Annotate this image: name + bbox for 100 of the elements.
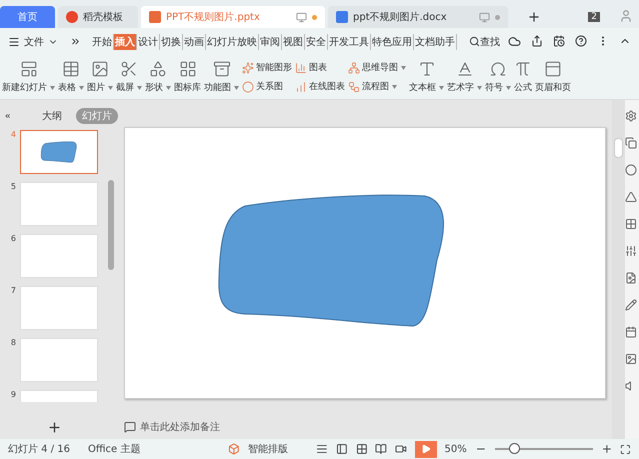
table-icon: [62, 60, 80, 78]
zoom-slider[interactable]: [494, 443, 593, 455]
file-menu[interactable]: 文件: [24, 34, 44, 48]
document-tab[interactable]: ppt不规则图片.docx: [328, 6, 508, 28]
slide-number: 6: [10, 234, 16, 243]
more-icon[interactable]: [70, 36, 81, 47]
menu-tab[interactable]: 设计: [137, 34, 160, 50]
tool-icon[interactable]: [625, 137, 637, 149]
tool-icon[interactable]: [625, 326, 637, 338]
zoom-slider-thumb[interactable]: [509, 443, 520, 454]
ribbon-button[interactable]: 思维导图: [362, 61, 398, 74]
menu-tab[interactable]: 开发工具: [328, 34, 371, 50]
monitor-icon: [296, 12, 307, 22]
notes-placeholder[interactable]: 单击此处添加备注: [140, 420, 220, 434]
share-icon[interactable]: [531, 35, 543, 47]
ribbon-button[interactable]: 符号: [485, 81, 503, 94]
ribbon-button[interactable]: 图标库: [174, 81, 201, 94]
image-icon: [91, 60, 109, 78]
slide-number: 5: [10, 182, 16, 191]
ribbon-button[interactable]: 图表: [309, 61, 327, 74]
ribbon-button[interactable]: 公式: [514, 81, 532, 94]
document-tab[interactable]: 稻壳模板: [58, 6, 138, 28]
tool-icon[interactable]: [625, 164, 637, 176]
menu-tab[interactable]: 安全: [305, 34, 328, 50]
monitor-icon: [479, 12, 490, 22]
cube-icon[interactable]: [228, 443, 240, 455]
menu-tab[interactable]: 视图: [282, 34, 305, 50]
menu-tab[interactable]: 特色应用: [371, 34, 414, 50]
reading-view-icon[interactable]: [375, 443, 388, 455]
slide-number: 8: [10, 338, 16, 347]
docer-icon: [66, 11, 78, 23]
tool-icon[interactable]: [625, 245, 637, 257]
circle-icon: [242, 80, 254, 92]
status-dot-icon: [495, 14, 500, 20]
normal-view-icon[interactable]: [336, 443, 348, 455]
tool-icon[interactable]: [625, 110, 637, 122]
help-icon[interactable]: [575, 35, 587, 47]
ribbon-button[interactable]: 在线图表: [309, 80, 345, 93]
slide-thumbnail[interactable]: [20, 130, 98, 174]
menu-tab[interactable]: 文档助手: [414, 34, 457, 50]
ribbon-button[interactable]: 关系图: [256, 80, 283, 93]
header-icon: [544, 60, 562, 78]
scrollbar-thumb[interactable]: [614, 138, 623, 158]
ribbon-button[interactable]: 形状: [145, 81, 163, 94]
document-icon: [336, 11, 348, 23]
video-icon[interactable]: [395, 443, 407, 455]
menu-tab[interactable]: 切换: [160, 34, 183, 50]
ribbon-button[interactable]: 新建幻灯片: [2, 81, 47, 94]
calendar-icon[interactable]: [553, 35, 565, 47]
ribbon-button[interactable]: 页眉和页: [535, 81, 571, 94]
presentation-icon: [149, 11, 161, 23]
new-slide-icon: [20, 60, 38, 78]
pi-icon: [514, 60, 532, 78]
cloud-icon[interactable]: [508, 35, 521, 48]
slide-counter: 幻灯片 4 / 16: [8, 442, 70, 456]
letter-icon: [456, 60, 474, 78]
zoom-level[interactable]: 50%: [444, 444, 467, 454]
ribbon-button[interactable]: 文本框: [409, 81, 436, 94]
collapse-panel-icon[interactable]: [4, 111, 12, 121]
caret-icon: [392, 84, 397, 88]
shapes-icon: [149, 60, 167, 78]
text-box-icon: [418, 60, 436, 78]
menu-tab[interactable]: 审阅: [259, 34, 282, 50]
menu-tab[interactable]: 动画: [183, 34, 206, 50]
search-icon[interactable]: [469, 36, 480, 47]
search-label[interactable]: 查找: [480, 34, 500, 48]
comment-icon: [124, 421, 136, 433]
play-button[interactable]: [414, 440, 437, 458]
add-slide-icon[interactable]: [46, 420, 62, 434]
ribbon-button[interactable]: 图片: [87, 81, 105, 94]
new-tab-icon[interactable]: [527, 10, 541, 24]
ribbon-button[interactable]: 表格: [58, 81, 76, 94]
bar-chart-icon: [295, 62, 307, 74]
tool-icon[interactable]: [625, 272, 637, 284]
theme-name: Office 主题: [88, 442, 140, 456]
notes-view-icon[interactable]: [316, 443, 328, 455]
window-count[interactable]: 2: [588, 12, 600, 22]
tool-icon[interactable]: [625, 218, 637, 230]
grid-view-icon[interactable]: [356, 443, 368, 455]
document-tab[interactable]: 首页: [0, 6, 55, 28]
ribbon-button[interactable]: 截屏: [116, 81, 134, 94]
panel-tab[interactable]: 大纲: [36, 108, 68, 124]
tool-icon[interactable]: [625, 353, 637, 365]
menu-icon[interactable]: [8, 36, 20, 48]
status-dot-icon: [312, 14, 317, 20]
menu-tab[interactable]: 幻灯片放映: [206, 34, 259, 50]
tool-icon[interactable]: [625, 191, 637, 203]
zoom-in-icon[interactable]: [600, 443, 612, 455]
ribbon-button[interactable]: 智能图形: [256, 61, 292, 74]
smart-layout-button[interactable]: 智能排版: [248, 442, 288, 456]
play-icon: [420, 444, 431, 454]
ribbon-button[interactable]: 艺术字: [447, 81, 474, 94]
slide-number: 7: [10, 286, 16, 295]
slide-number: 4: [10, 130, 16, 139]
ribbon-button[interactable]: 流程图: [362, 80, 389, 93]
tool-icon[interactable]: [625, 299, 637, 311]
fit-icon[interactable]: [620, 444, 632, 454]
mind-map-icon: [348, 62, 360, 74]
bar-chart-icon: [295, 80, 307, 92]
ribbon-button[interactable]: 功能图: [204, 81, 231, 94]
